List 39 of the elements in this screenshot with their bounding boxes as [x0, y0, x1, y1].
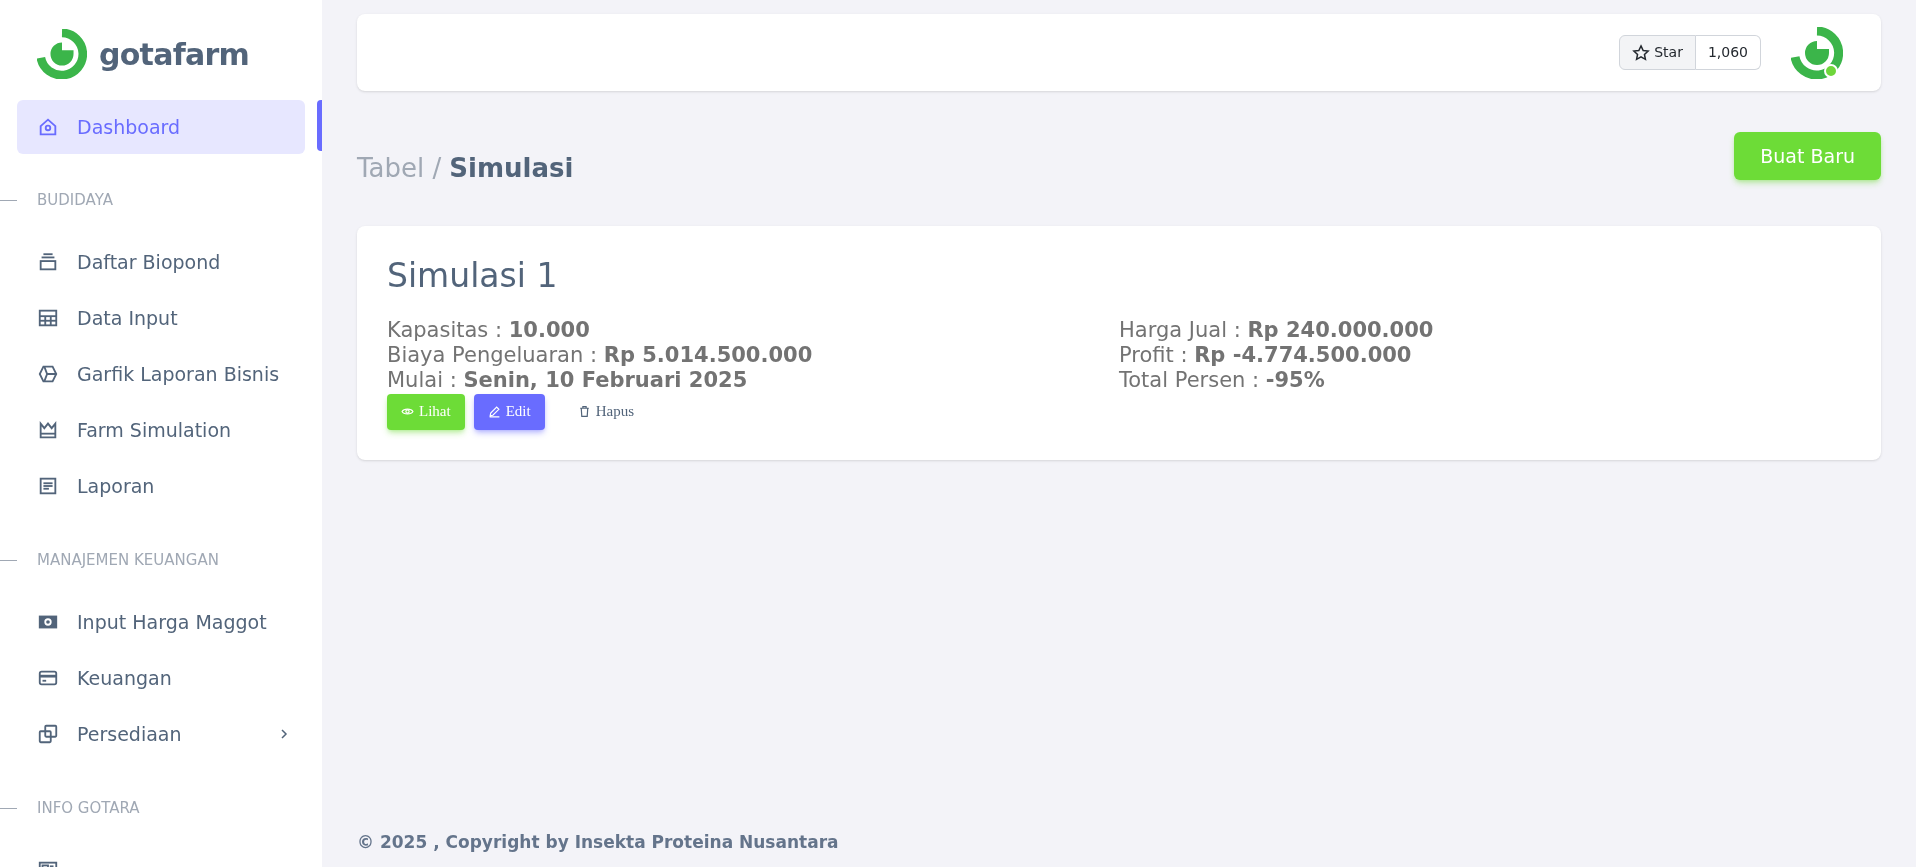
sidebar-item[interactable]: Farm Simulation: [17, 402, 305, 458]
crown-icon: [37, 419, 59, 441]
sidebar-item[interactable]: Input Harga Maggot: [17, 594, 305, 650]
section-heading: BUDIDAYA: [37, 189, 113, 211]
logo-icon: [37, 29, 87, 79]
footer-copyright: © 2025 , Copyright by Insekta Proteina Nusantara: [357, 830, 840, 854]
table-icon: [37, 307, 59, 329]
pencil-icon: [487, 405, 501, 419]
sidebar-item[interactable]: Laporan: [17, 458, 305, 514]
stack-icon: [37, 251, 59, 273]
star-icon: [1632, 43, 1651, 62]
home-icon: [37, 116, 59, 138]
trash-icon: [577, 405, 591, 419]
sidebar-item[interactable]: Garfik Laporan Bisnis: [17, 346, 305, 402]
card-title: Simulasi 1: [387, 256, 559, 296]
info-line: Total Persen : -95%: [1119, 367, 1326, 393]
info-line: Profit : Rp -4.774.500.000: [1119, 342, 1413, 368]
info-line: Mulai : Senin, 10 Februari 2025: [387, 367, 749, 393]
info-line: Harga Jual : Rp 240.000.000: [1119, 317, 1435, 343]
sidebar-item[interactable]: Persediaan: [17, 706, 305, 762]
section-heading: MANAJEMEN KEUANGAN: [37, 549, 219, 571]
edit-button[interactable]: Edit: [473, 393, 545, 430]
star-button[interactable]: Star: [1619, 35, 1696, 70]
info-line: Biaya Pengeluaran : Rp 5.014.500.000: [387, 342, 814, 368]
star-count[interactable]: 1,060: [1695, 35, 1761, 70]
hexagon-icon: [37, 363, 59, 385]
avatar-logo-icon[interactable]: [1791, 26, 1843, 79]
sidebar-item[interactable]: Keuangan: [17, 650, 305, 706]
info-line: Kapasitas : 10.000: [387, 317, 591, 343]
copy-icon: [37, 723, 59, 745]
logo-text: gotafarm: [99, 35, 250, 74]
sidebar-item[interactable]: Data Input: [17, 290, 305, 346]
chevron-right-icon: [278, 728, 290, 740]
breadcrumb-current: Simulasi: [449, 152, 574, 185]
sidebar-item[interactable]: Daftar Biopond: [17, 234, 305, 290]
sidebar-item[interactable]: Dashboard: [17, 100, 305, 154]
section-heading: INFO GOTARA: [37, 797, 140, 819]
delete-button[interactable]: Hapus: [563, 393, 648, 430]
document-icon: [37, 475, 59, 497]
